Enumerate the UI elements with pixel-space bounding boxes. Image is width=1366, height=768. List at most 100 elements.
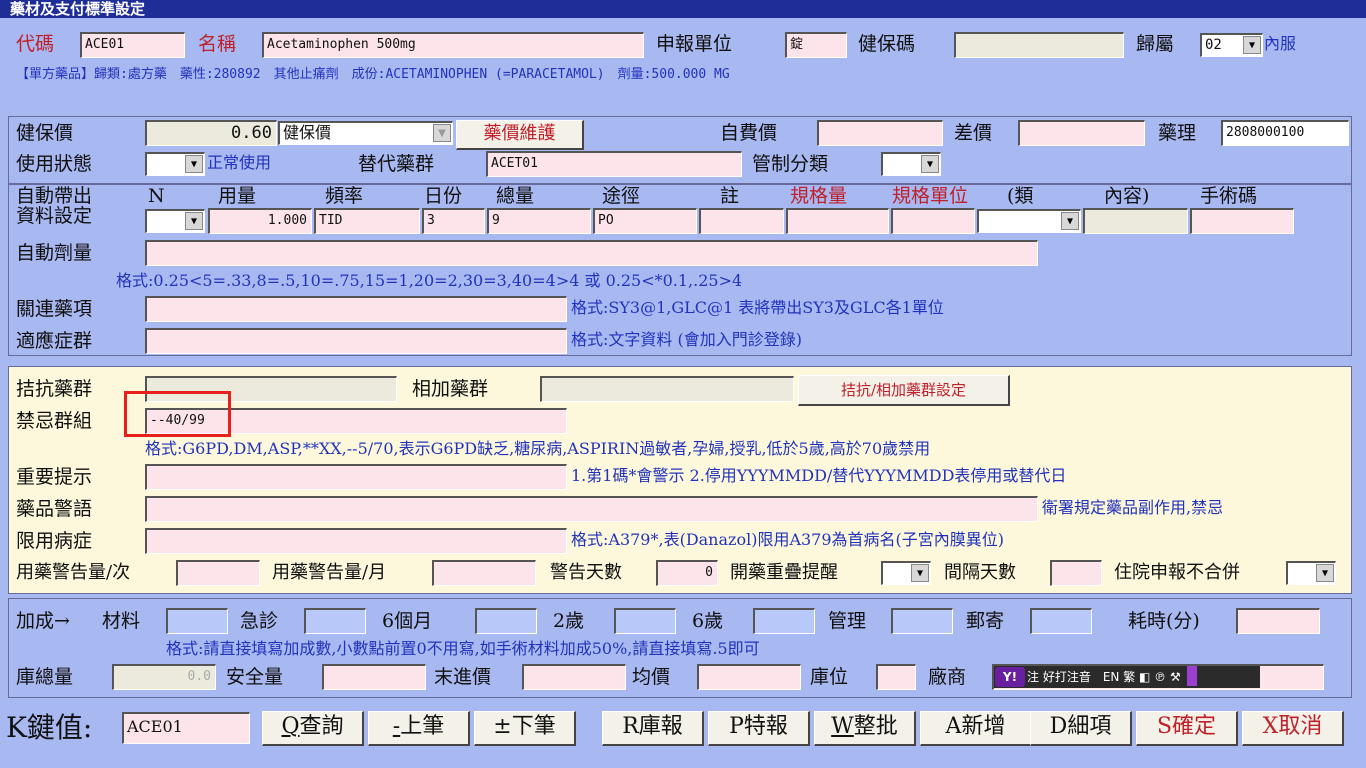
auto-type-select[interactable]: ▼ (977, 209, 1081, 233)
code-field[interactable]: ACE01 (80, 32, 185, 58)
query-button[interactable]: Q查詢 (262, 711, 364, 746)
cancel-button[interactable]: X取消 (1242, 711, 1344, 746)
auto-spec-unit-field[interactable] (891, 208, 975, 234)
location-field[interactable] (876, 664, 916, 690)
pharm-field[interactable]: 2808000100 (1221, 120, 1349, 146)
manage-field[interactable] (891, 608, 953, 634)
nhi-price-type-select[interactable]: 健保價 ▼ (278, 121, 453, 145)
avg-price-label: 均價 (632, 666, 671, 688)
self-price-field[interactable] (817, 120, 943, 146)
antag-setting-button[interactable]: 拮抗/相加藥群設定 (798, 375, 1010, 406)
six-year-label: 6歲 (692, 610, 724, 632)
stock-report-button[interactable]: R庫報 (602, 711, 704, 746)
auto-n-select[interactable]: ▼ (145, 209, 205, 233)
confirm-button[interactable]: S確定 (1136, 711, 1238, 746)
diff-field[interactable] (1018, 120, 1145, 146)
notice-field[interactable] (145, 464, 567, 490)
col-n: N (148, 185, 165, 207)
warn-per-field[interactable] (176, 560, 260, 586)
warn-days-field[interactable]: 0 (656, 560, 718, 586)
alt-group-field[interactable]: ACET01 (486, 151, 742, 177)
manage-label: 管理 (828, 610, 867, 632)
special-report-button[interactable]: P特報 (708, 711, 810, 746)
detail-button[interactable]: D細項 (1030, 711, 1132, 746)
contra-hint: 格式:G6PD,DM,ASP,**XX,--5/70,表示G6PD缺乏,糖尿病,… (145, 439, 931, 458)
auto-dose-rule-field[interactable] (145, 240, 1038, 266)
belong-label: 歸屬 (1136, 33, 1175, 55)
warning-hint: 衛署規定藥品副作用,禁忌 (1042, 498, 1224, 517)
material-field[interactable] (166, 608, 228, 634)
warning-field[interactable] (145, 496, 1038, 522)
status-select[interactable]: ▼ (145, 152, 205, 176)
safety-field[interactable] (322, 664, 426, 690)
nhi-price-field[interactable]: 0.60 (145, 120, 277, 146)
ime-handle-icon (1186, 666, 1197, 686)
last-price-field[interactable] (522, 664, 626, 690)
six-year-field[interactable] (753, 608, 815, 634)
nhi-code-label: 健保碼 (858, 33, 916, 55)
ime-status: 注 好打注音 EN 繁 ◧ ℗ ⚒ (1027, 670, 1181, 684)
batch-button[interactable]: W整批 (814, 711, 916, 746)
add-button[interactable]: A新增 (920, 711, 1032, 746)
indication-hint: 格式:文字資料 (會加入門診登錄) (571, 330, 802, 349)
related-field[interactable] (145, 296, 567, 322)
interval-field[interactable] (1050, 560, 1102, 586)
unit-field[interactable]: 錠 (785, 32, 847, 58)
stock-label: 庫總量 (16, 666, 74, 688)
col-content: 內容) (1104, 185, 1150, 207)
mail-field[interactable] (1030, 608, 1092, 634)
prev-button[interactable]: -上筆 (368, 711, 470, 746)
col-days: 日份 (424, 185, 463, 207)
auto-freq-field[interactable]: TID (314, 208, 420, 234)
ime-toolbar[interactable]: Y! 注 好打注音 EN 繁 ◧ ℗ ⚒ (994, 666, 1260, 688)
col-freq: 頻率 (325, 185, 364, 207)
belong-text: 內服 (1264, 34, 1297, 53)
warn-month-field[interactable] (432, 560, 536, 586)
auto-dose-hint: 格式:0.25<5=.33,8=.5,10=.75,15=1,20=2,30=3… (116, 271, 743, 290)
name-label: 名稱 (198, 33, 237, 55)
belong-select[interactable]: 02 ▼ (1200, 33, 1263, 57)
chevron-down-icon: ▼ (911, 564, 929, 582)
col-dose: 用量 (218, 185, 257, 207)
auto-note-field[interactable] (699, 208, 784, 234)
price-maintain-button[interactable]: 藥價維護 (456, 120, 584, 150)
yahoo-icon: Y! (995, 667, 1025, 687)
key-field[interactable]: ACE01 (122, 712, 250, 744)
auto-dose-field[interactable]: 1.000 (208, 208, 312, 234)
time-field[interactable] (1236, 608, 1320, 634)
col-total: 總量 (496, 185, 535, 207)
auto-route-field[interactable]: PO (593, 208, 697, 234)
overlap-select[interactable]: ▼ (881, 561, 931, 585)
inpatient-select[interactable]: ▼ (1286, 561, 1336, 585)
auto-surgery-field[interactable] (1190, 208, 1294, 234)
two-year-field[interactable] (614, 608, 676, 634)
related-label: 關連藥項 (16, 298, 93, 320)
auto-content-field[interactable] (1083, 208, 1188, 234)
indication-field[interactable] (145, 328, 567, 354)
six-month-label: 6個月 (382, 610, 433, 632)
window-title: 藥材及支付標準設定 (0, 0, 1366, 18)
chevron-down-icon: ▼ (1243, 36, 1261, 54)
auto-total-field[interactable]: 9 (487, 208, 591, 234)
avg-price-field[interactable] (697, 664, 801, 690)
emergency-field[interactable] (304, 608, 366, 634)
six-month-field[interactable] (475, 608, 537, 634)
warn-month-label: 用藥警告量/月 (272, 562, 387, 583)
warning-label: 藥品警語 (16, 498, 93, 520)
auto-days-field[interactable]: 3 (422, 208, 485, 234)
warn-days-label: 警告天數 (550, 562, 622, 583)
limit-field[interactable] (145, 528, 567, 554)
auto-spec-qty-field[interactable] (786, 208, 889, 234)
markup-hint: 格式:請直接填寫加成數,小數點前置0不用寫,如手術材料加成50%,請直接填寫.5… (166, 639, 760, 658)
auto-dose-label: 自動劑量 (16, 242, 93, 264)
self-price-label: 自費價 (720, 122, 778, 144)
name-field[interactable]: Acetaminophen 500mg (262, 32, 644, 58)
chevron-down-icon: ▼ (185, 155, 203, 173)
nhi-code-field[interactable] (954, 32, 1124, 58)
synergy-field[interactable] (540, 376, 794, 402)
next-button[interactable]: ±下筆 (474, 711, 576, 746)
mail-label: 郵寄 (966, 610, 1005, 632)
col-type: (類 (1007, 185, 1034, 207)
status-label: 使用狀態 (16, 153, 93, 175)
control-select[interactable]: ▼ (881, 152, 941, 176)
